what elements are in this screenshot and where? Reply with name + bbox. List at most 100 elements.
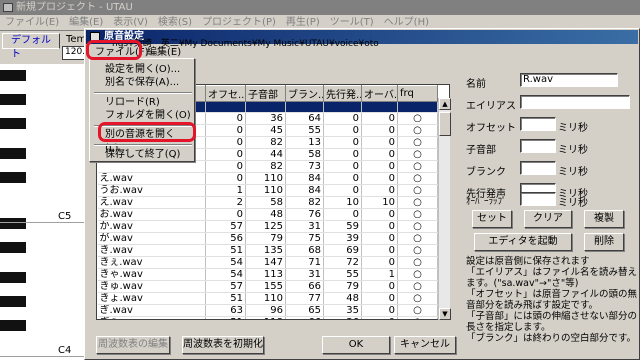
cell-blank: 64 xyxy=(285,112,324,125)
offset-unit: ミリ秒 xyxy=(558,123,588,134)
copy-button[interactable]: 複製 xyxy=(584,210,624,228)
table-row[interactable]: ぎぇ.wav5111866360○ xyxy=(97,316,438,319)
alias-field[interactable] xyxy=(520,95,630,109)
help-text-3: 「オフセット」は原音ファイルの頭の無音部分を読み飛ばす設定です。 xyxy=(466,289,638,311)
table-row[interactable]: きゃ.wav 54 113 31 55 1 ○ xyxy=(97,268,438,281)
cell-frq: ○ xyxy=(397,268,438,281)
set-button[interactable]: セット xyxy=(472,210,512,228)
delete-button[interactable]: 削除 xyxy=(584,233,624,251)
cell-consonant: 36 xyxy=(245,112,286,125)
cell-offset: 51 xyxy=(205,292,246,305)
cell-preutterance: 48 xyxy=(323,292,362,305)
table-row[interactable]: きゅ.wav 57 155 66 79 0 ○ xyxy=(97,280,438,293)
overlap-label: ｵｰﾊﾞｰﾗｯﾌﾟ xyxy=(466,197,507,207)
cell-overlap: 0 xyxy=(361,280,398,293)
scrollbar-thumb[interactable] xyxy=(439,112,451,136)
table-row[interactable]: きょ.wav 51 110 77 48 0 ○ xyxy=(97,292,438,305)
cell-preutterance: 39 xyxy=(323,232,362,245)
cell-frq: ○ xyxy=(397,244,438,257)
cell-frq: ○ xyxy=(397,196,438,209)
cell-consonant: 125 xyxy=(245,220,286,233)
cell-frq: ○ xyxy=(397,112,438,125)
cell-overlap: 0 xyxy=(361,304,398,317)
tab-default[interactable]: デフォルト xyxy=(2,33,60,60)
cell-consonant: 147 xyxy=(245,256,286,269)
scroll-down-arrow-icon[interactable]: ▼ xyxy=(439,308,451,320)
ok-button[interactable]: OK xyxy=(322,336,390,354)
cell-file: きょ.wav xyxy=(97,292,206,305)
cell-consonant: 82 xyxy=(245,160,286,173)
voice-folder-path: ngs¥柴崎 英二¥My Documents¥My Music¥UTAU¥voi… xyxy=(112,39,379,49)
cell-preutterance: 35 xyxy=(323,304,362,317)
cell-blank: 31 xyxy=(285,268,324,281)
table-row[interactable]: お.wav 0 48 76 0 0 ○ xyxy=(97,208,438,221)
black-key xyxy=(0,148,26,159)
menu-item-open-folder[interactable]: フォルダを開く(O) xyxy=(93,109,193,123)
cell-preutterance: 0 xyxy=(323,184,362,197)
table-row[interactable]: か.wav 57 125 31 59 0 ○ xyxy=(97,220,438,233)
cell-overlap: 0 xyxy=(361,172,398,185)
col-header-blank[interactable]: ブラン... xyxy=(285,85,324,102)
offset-field[interactable] xyxy=(520,117,556,131)
blank-field[interactable] xyxy=(520,161,556,175)
table-row[interactable]: が.wav 56 79 75 39 0 ○ xyxy=(97,232,438,245)
cancel-button[interactable]: キャンセル xyxy=(394,336,456,354)
cell-blank: 77 xyxy=(285,292,324,305)
cell-overlap: 0 xyxy=(361,112,398,125)
cell-blank: 58 xyxy=(285,148,324,161)
launch-editor-button[interactable]: エディタを起動 xyxy=(474,233,572,251)
col-header-preutterance[interactable]: 先行発... xyxy=(323,85,362,102)
name-field[interactable]: R.wav xyxy=(520,73,618,87)
cell-overlap: 1 xyxy=(361,268,398,281)
highlight-file-menu xyxy=(86,40,142,60)
table-row[interactable]: 0 82 73 0 0 ○ xyxy=(97,160,438,173)
table-scrollbar[interactable]: ▲ ▼ xyxy=(438,98,451,320)
cell-blank: 13 xyxy=(285,136,324,149)
black-key xyxy=(0,94,26,105)
overlap-field[interactable] xyxy=(520,192,556,206)
cell-file: きぇ.wav xyxy=(97,256,206,269)
cell-consonant xyxy=(245,101,286,113)
table-row[interactable]: きぇ.wav 54 147 71 72 0 ○ xyxy=(97,256,438,269)
table-row[interactable]: ぎ.wav 63 96 65 35 0 ○ xyxy=(97,304,438,317)
scroll-up-arrow-icon[interactable]: ▲ xyxy=(439,98,451,110)
init-frequency-table-button[interactable]: 周波数表を初期化 xyxy=(182,336,264,354)
cell-file: ぎ.wav xyxy=(97,304,206,317)
table-row[interactable]: き.wav 51 135 68 69 0 ○ xyxy=(97,244,438,257)
cell-offset: 57 xyxy=(205,220,246,233)
edit-frequency-table-button[interactable]: 周波数表の編集 xyxy=(96,336,170,354)
black-key xyxy=(0,242,26,253)
cell-blank: 71 xyxy=(285,256,324,269)
col-header-frq[interactable]: frq xyxy=(397,85,438,102)
cell-overlap: 0 xyxy=(361,232,398,245)
cell-consonant: 135 xyxy=(245,244,286,257)
table-row[interactable]: うお.wav 1 110 84 0 0 ○ xyxy=(97,184,438,197)
cell-preutterance: 0 xyxy=(323,208,362,221)
menu-item-save-as[interactable]: 別名で保存(A)... xyxy=(93,76,193,90)
col-header-consonant[interactable]: 子音部 xyxy=(245,85,286,102)
consonant-field[interactable] xyxy=(520,139,556,153)
cell-frq: ○ xyxy=(397,220,438,233)
table-row[interactable]: え.wav 2 58 82 10 10 ○ xyxy=(97,196,438,209)
cell-frq: ○ xyxy=(397,316,438,319)
blank-unit: ミリ秒 xyxy=(558,167,588,178)
table-row[interactable]: え.wav 0 110 84 0 0 ○ xyxy=(97,172,438,185)
help-text-1: 設定は原音側に保存されます xyxy=(466,256,590,267)
main-window-title: 新規プロジェクト - UTAU xyxy=(16,2,133,13)
col-header-overlap[interactable]: オーバ... xyxy=(361,85,398,102)
cell-blank: 66 xyxy=(285,280,324,293)
cell-file: お.wav xyxy=(97,208,206,221)
cell-consonant: 58 xyxy=(245,196,286,209)
menu-item-save-and-exit[interactable]: 保存して終了(Q) xyxy=(93,148,193,162)
menu-item-open-settings[interactable]: 設定を開く(O)... xyxy=(93,63,193,77)
cell-frq: ○ xyxy=(397,172,438,185)
overlap-unit: ミリ秒 xyxy=(558,198,588,209)
col-header-offset[interactable]: オフセ... xyxy=(205,85,246,102)
cell-consonant: 118 xyxy=(245,316,286,319)
main-menu-file[interactable]: ファイル(E) xyxy=(0,15,64,30)
clear-button[interactable]: クリア xyxy=(524,210,572,228)
menu-item-reload[interactable]: リロード(R) xyxy=(93,96,193,110)
piano-roll-keyboard[interactable]: C5 C4 xyxy=(0,64,96,360)
cell-blank: 76 xyxy=(285,208,324,221)
cell-file: きゃ.wav xyxy=(97,268,206,281)
